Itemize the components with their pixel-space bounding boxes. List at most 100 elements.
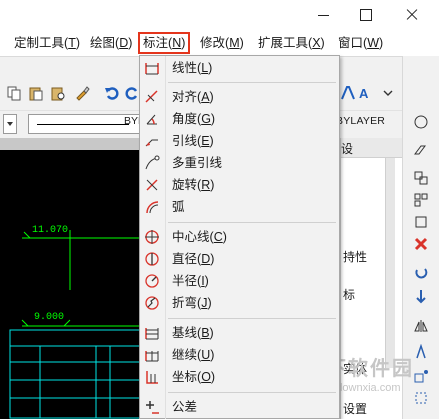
copy-object-icon[interactable]: [413, 170, 429, 186]
menu-item-label: 公差: [172, 400, 198, 414]
menu-modify[interactable]: 修改(M): [200, 35, 244, 52]
menu-draw[interactable]: 绘图(D): [90, 35, 132, 52]
text-style-icon[interactable]: [340, 85, 356, 101]
maximize-button[interactable]: [356, 6, 376, 24]
svg-text:A: A: [359, 86, 369, 101]
menu-accel: W: [367, 36, 379, 50]
menu-extension-tools[interactable]: 扩展工具(X): [258, 35, 325, 52]
menu-accel: M: [229, 36, 240, 50]
dropdown-arrow-icon[interactable]: [380, 85, 396, 101]
jogged-icon: [145, 296, 159, 310]
menu-item-label: 基线(B): [172, 326, 214, 340]
menu-item-label: 多重引线: [172, 156, 223, 170]
menu-bar: 定制工具(T) 绘图(D) 标注(N) 修改(M) 扩展工具(X) 窗口(W): [0, 30, 439, 56]
menu-item-aligned[interactable]: 对齐(A): [140, 86, 339, 108]
menu-item-label: 半径(I): [172, 274, 209, 288]
menu-item-label: 直径(D): [172, 252, 215, 266]
scale-icon[interactable]: [413, 368, 429, 384]
delete-icon[interactable]: [413, 236, 429, 252]
array-icon[interactable]: [413, 192, 429, 208]
menu-item-accel: L: [201, 61, 209, 75]
redo-icon[interactable]: [124, 85, 140, 101]
menu-item-label: 旋转(R): [172, 178, 215, 192]
menu-item-accel: O: [201, 370, 211, 384]
erase-icon[interactable]: [413, 142, 429, 158]
mirror-icon[interactable]: [413, 318, 429, 334]
rotate-icon[interactable]: [413, 264, 429, 280]
menu-separator: [168, 82, 336, 83]
menu-item-angle[interactable]: 角度(G): [140, 108, 339, 130]
menu-item-label: 对齐(A): [172, 90, 214, 104]
menu-item-accel: R: [201, 178, 211, 192]
menu-item-text: 引线: [172, 134, 198, 148]
tolerance-icon: [146, 401, 159, 414]
panel-title: 设: [341, 142, 354, 156]
menu-accel: T: [68, 36, 76, 50]
copy-icon[interactable]: [6, 85, 22, 101]
menu-item-label: 线性(L): [172, 61, 213, 75]
trim-icon[interactable]: [413, 390, 429, 406]
offset-icon[interactable]: [413, 214, 429, 230]
paste-icon[interactable]: [28, 85, 44, 101]
dimension-menu: 线性(L) 对齐(A) 角度(G) 引线(E) 多重引线 旋转(R) 弧 中心线…: [139, 55, 340, 419]
menu-item-accel: E: [201, 134, 210, 148]
centerline-icon: [145, 230, 159, 244]
layer-dropdown[interactable]: [3, 114, 17, 134]
lineweight-value[interactable]: BYLAYER: [336, 115, 385, 127]
menu-item-text: 基线: [172, 326, 198, 340]
menu-item-text: 旋转: [172, 178, 198, 192]
menu-separator: [168, 392, 336, 393]
menu-item-text: 对齐: [172, 90, 198, 104]
leader-icon: [145, 139, 158, 147]
menu-item-accel: J: [201, 296, 208, 310]
menu-item-accel: I: [201, 274, 205, 288]
rotated-dim-icon: [146, 179, 158, 191]
menu-item-centerline[interactable]: 中心线(C): [140, 226, 339, 248]
drawing-geometry: [9, 230, 140, 419]
canvas-tab-strip: [0, 138, 140, 150]
menu-item-baseline[interactable]: 基线(B): [140, 322, 339, 344]
menu-item-label: 弧: [172, 200, 185, 214]
stretch-icon[interactable]: [413, 344, 429, 360]
ordinate-icon: [146, 371, 158, 384]
aligned-dim-icon: [145, 90, 158, 103]
menu-custom-tools[interactable]: 定制工具(T): [14, 35, 80, 52]
match-properties-icon[interactable]: [74, 85, 90, 101]
dimension-text: 9.000: [34, 312, 65, 323]
menu-item-tolerance[interactable]: 公差: [140, 396, 339, 418]
menu-item-accel: D: [201, 252, 211, 266]
menu-item-ordinate[interactable]: 坐标(O): [140, 366, 339, 388]
menu-item-text: 坐标: [172, 370, 198, 384]
menu-dimension[interactable]: 标注(N): [138, 32, 191, 54]
menu-item-linear[interactable]: 线性(L): [140, 57, 339, 79]
text-edit-icon[interactable]: A: [358, 85, 374, 101]
baseline-icon: [145, 328, 159, 340]
undo-icon[interactable]: [104, 85, 120, 101]
menu-item-label: 中心线(C): [172, 230, 227, 244]
move-icon[interactable]: [413, 288, 429, 304]
minimize-button[interactable]: [314, 6, 334, 24]
lasso-icon[interactable]: [413, 114, 429, 130]
menu-separator: [168, 222, 336, 223]
menu-window[interactable]: 窗口(W): [338, 35, 383, 52]
menu-item-text: 线性: [172, 61, 198, 75]
menu-item-arc[interactable]: 弧: [140, 196, 339, 218]
menu-label: 窗口: [338, 36, 364, 50]
menu-item-label: 继续(U): [172, 348, 215, 362]
drawing-canvas[interactable]: 11.070 9.000: [0, 150, 140, 419]
menu-label: 绘图: [90, 36, 116, 50]
menu-item-diameter[interactable]: 直径(D): [140, 248, 339, 270]
panel-scrollbar[interactable]: [385, 158, 395, 368]
menu-item-radius[interactable]: 半径(I): [140, 270, 339, 292]
panel-label: 持性: [343, 250, 368, 264]
menu-item-multileader[interactable]: 多重引线: [140, 152, 339, 174]
menu-item-text: 直径: [172, 252, 198, 266]
menu-item-rotated[interactable]: 旋转(R): [140, 174, 339, 196]
menu-item-jogged[interactable]: 折弯(J): [140, 292, 339, 314]
menu-item-continue[interactable]: 继续(U): [140, 344, 339, 366]
paste-special-icon[interactable]: [50, 85, 66, 101]
menu-item-leader[interactable]: 引线(E): [140, 130, 339, 152]
diameter-icon: [145, 252, 159, 266]
menu-item-label: 角度(G): [172, 112, 216, 126]
close-button[interactable]: [402, 6, 422, 24]
